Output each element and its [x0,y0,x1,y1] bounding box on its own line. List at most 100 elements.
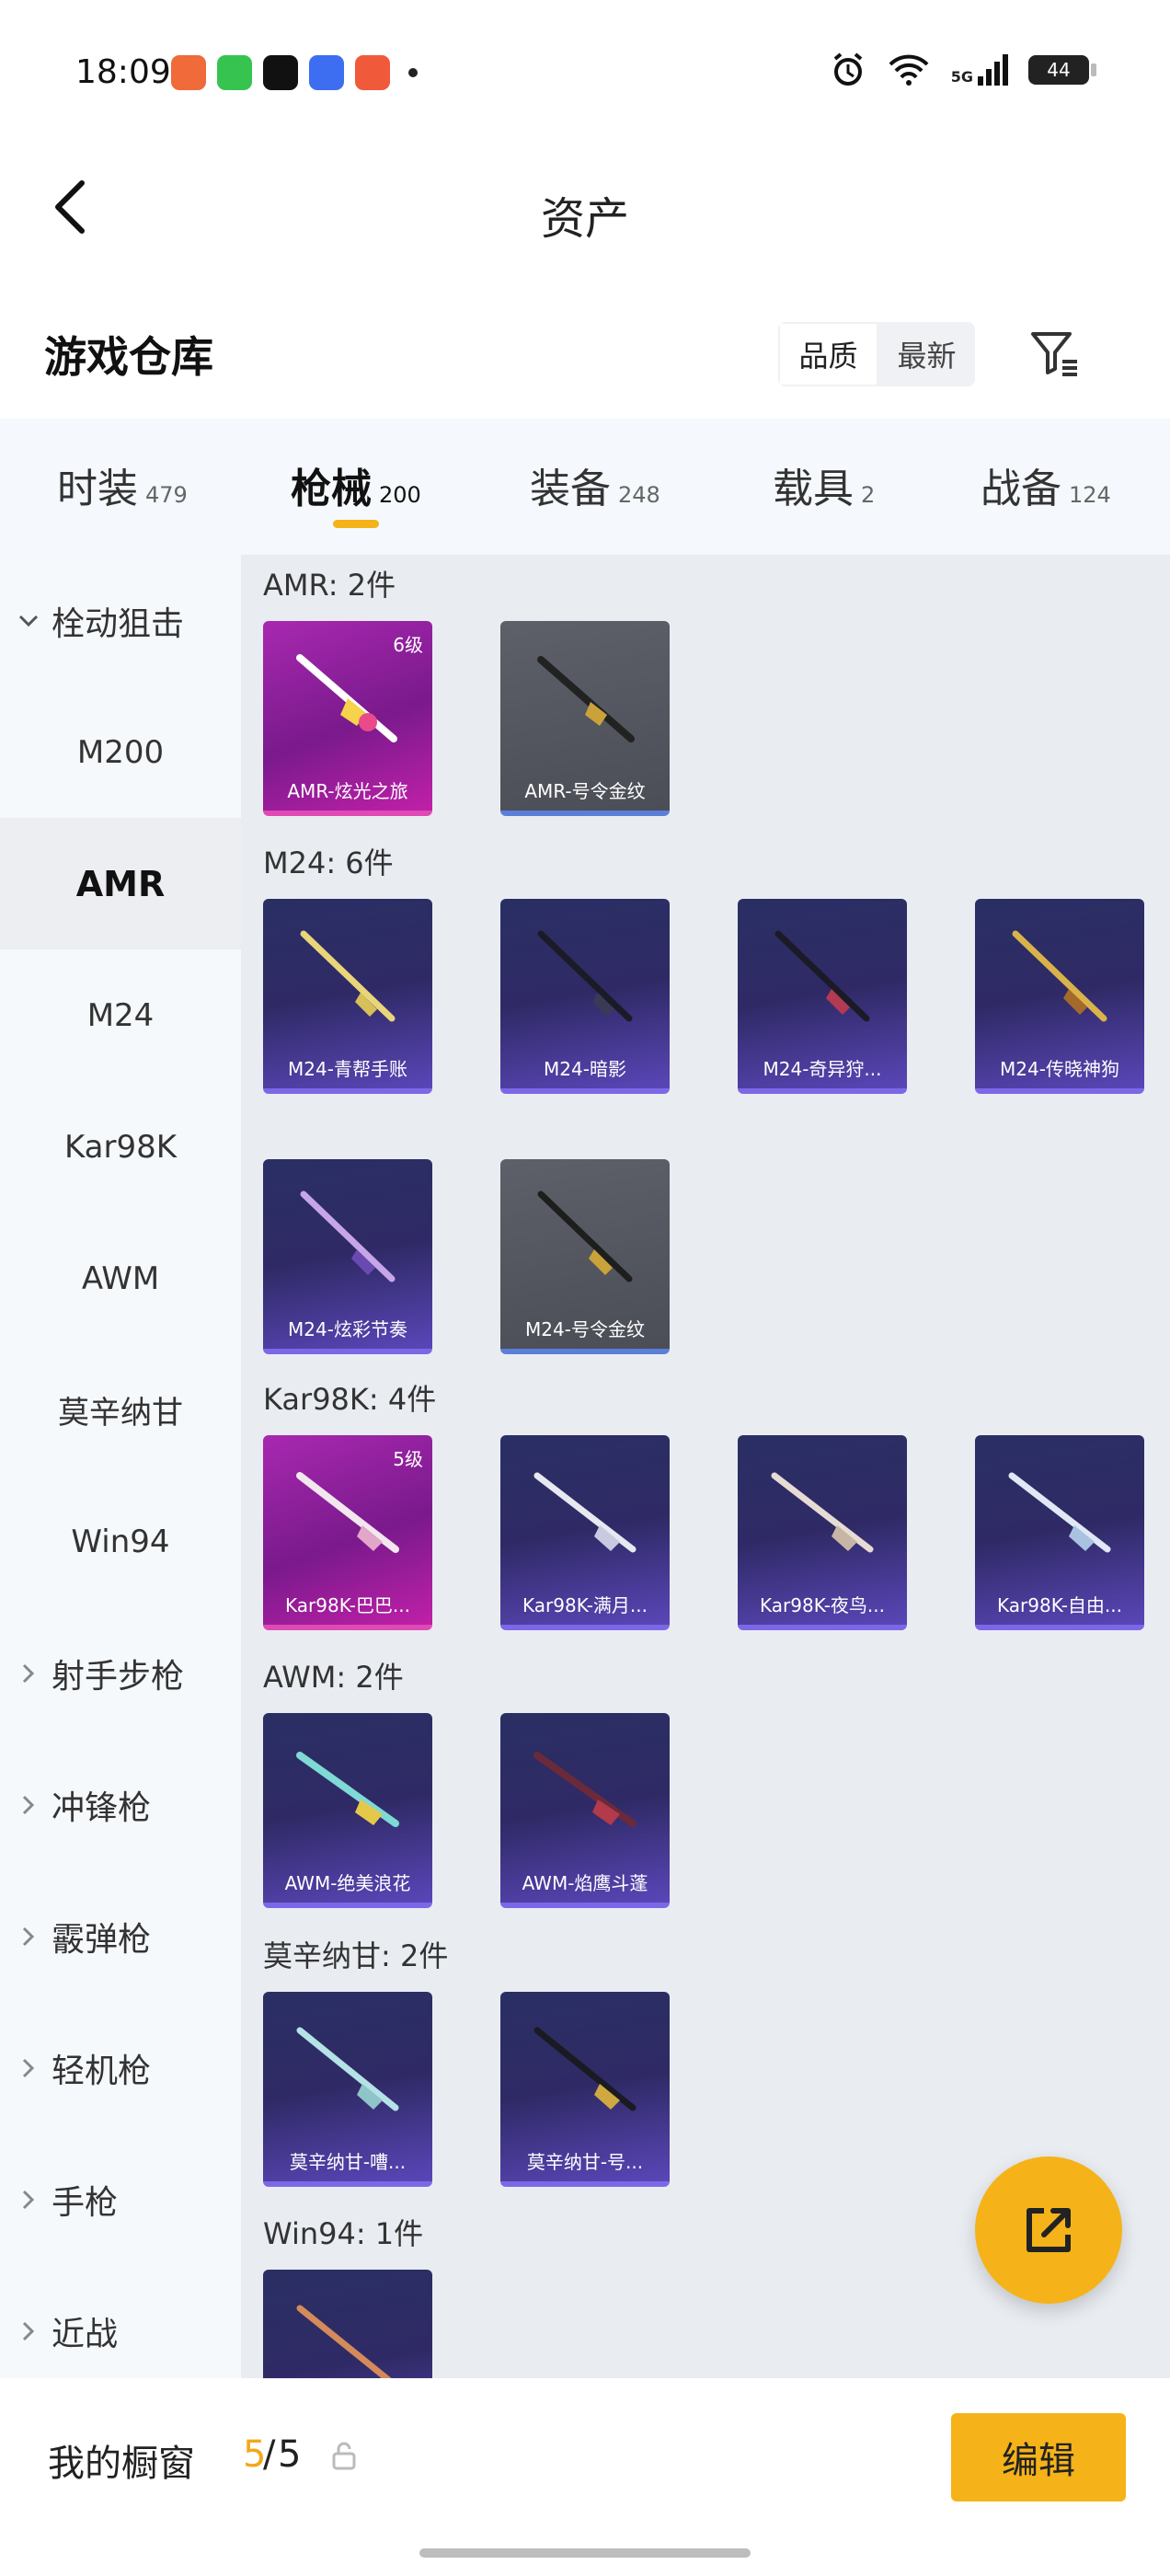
page-title: 资产 [540,193,629,245]
app-notification-icon [217,55,252,90]
status-bar: 18:09 5G 44 [0,0,1170,147]
chevron-right-icon [18,2321,39,2341]
battery-level: 44 [1047,59,1071,81]
rifle-icon [533,1472,637,1553]
active-tab-indicator [333,520,379,528]
skin-card[interactable]: M24-炫彩节奏 [263,1159,432,1354]
sidebar-item-m24[interactable]: M24 [0,949,241,1081]
sidebar-group-label: 近战 [52,2315,119,2353]
sort-latest-button[interactable]: 最新 [878,322,975,386]
skin-card[interactable]: AWM-焰鹰斗蓬 [500,1713,670,1908]
skin-card[interactable]: 莫辛纳甘-号... [500,1992,670,2187]
rifle-icon [296,2305,392,2378]
section-title: 游戏仓库 [44,332,213,382]
sidebar-group-smg[interactable]: 冲锋枪 [18,1739,239,1870]
chevron-right-icon [18,2190,39,2210]
skin-card[interactable]: M24-暗影 [500,899,670,1094]
skin-card[interactable]: M24-传晓神狗 [975,899,1144,1094]
skin-name: M24-奇异狩... [763,1058,882,1080]
sidebar-item-kar98k[interactable]: Kar98K [0,1081,241,1213]
tab-count: 200 [379,482,421,508]
skin-card[interactable]: 莫辛纳甘-嘈... [263,1992,432,2187]
tab-label: 载具 [773,466,854,512]
tab-guns[interactable]: 枪械 200 [291,455,421,514]
weapon-category-sidebar: 栓动狙击 M200 AMR M24 Kar98K AWM 莫辛纳甘 Win94 … [0,555,241,2378]
sidebar-group-label: 栓动狙击 [52,604,185,643]
rifle-icon [537,930,633,1022]
status-time: 18:09 [75,53,171,91]
nav-bar: 资产 [0,147,1170,267]
skin-name: 莫辛纳甘-嘈... [289,2151,407,2173]
skin-card[interactable]: Kar98K-自由... [975,1435,1144,1630]
share-button[interactable] [975,2156,1122,2304]
sidebar-group-label: 射手步枪 [52,1657,185,1696]
sidebar-item-awm[interactable]: AWM [0,1213,241,1344]
rifle-icon [533,1752,637,1827]
sidebar-group-label: 霰弹枪 [52,1920,152,1959]
status-right: 5G 44 [830,52,1096,88]
more-notifications-dot [408,68,418,77]
rifle-icon [537,1190,633,1282]
sidebar-group-lmg[interactable]: 轻机枪 [18,2002,239,2133]
app-notification-icon [309,55,344,90]
tab-battle-gear[interactable]: 战备 124 [981,455,1111,514]
skin-card[interactable]: AWM-绝美浪花 [263,1713,432,1908]
showcase-bar: 我的橱窗 5 / 5 编辑 [0,2378,1170,2576]
wifi-icon [889,54,929,86]
skin-card[interactable]: AMR-号令金纹 [500,621,670,816]
app-notification-icon [355,55,390,90]
sidebar-item-win94[interactable]: Win94 [0,1476,241,1607]
edit-button[interactable]: 编辑 [951,2413,1126,2501]
skin-card[interactable]: 6级 AMR-炫光之旅 [263,621,432,816]
sidebar-group-pistol[interactable]: 手枪 [18,2133,239,2265]
filter-button[interactable] [1023,322,1087,386]
showcase-label: 我的橱窗 [48,2443,195,2485]
tab-vehicles[interactable]: 载具 2 [773,455,875,514]
rifle-icon [1012,930,1107,1022]
skin-card[interactable]: M24-青帮手账 [263,899,432,1094]
tab-label: 枪械 [291,466,372,512]
sort-quality-button[interactable]: 品质 [778,322,878,386]
sort-toggle: 品质 最新 [778,322,975,386]
group-title: AWM: 2件 [263,1660,404,1695]
tab-equipment[interactable]: 装备 248 [530,455,660,514]
chevron-right-icon [18,2058,39,2078]
sidebar-group-melee[interactable]: 近战 [18,2265,239,2397]
rifle-icon [296,2027,399,2111]
tab-count: 124 [1069,482,1111,508]
tab-fashion[interactable]: 时装 479 [57,455,188,514]
alarm-icon [833,52,863,86]
home-indicator[interactable] [419,2548,751,2558]
sidebar-group-bolt-sniper[interactable]: 栓动狙击 [18,555,239,686]
sidebar-item-mosin-nagant[interactable]: 莫辛纳甘 [0,1344,241,1476]
rifle-icon [296,1752,399,1827]
tab-count: 2 [861,482,876,508]
sidebar-group-shotgun[interactable]: 霰弹枪 [18,1870,239,2002]
skin-name: 莫辛纳甘-号... [526,2151,644,2173]
showcase-separator: / [263,2433,276,2476]
skin-name: M24-传晓神狗 [1000,1058,1119,1080]
skin-card[interactable]: Kar98K-满月... [500,1435,670,1630]
group-title: 莫辛纳甘: 2件 [263,1938,449,1973]
network-type: 5G [950,68,973,86]
sidebar-group-label: 冲锋枪 [52,1788,152,1827]
skin-card[interactable]: M24-奇异狩... [738,899,907,1094]
sidebar-item-amr[interactable]: AMR [0,818,241,949]
skin-card[interactable]: M24-号令金纹 [500,1159,670,1354]
skin-name: Kar98K-巴巴... [285,1594,410,1616]
showcase-total-count: 5 [278,2433,302,2476]
sidebar-item-m200[interactable]: M200 [0,686,241,818]
group-title: Win94: 1件 [263,2216,424,2251]
lock-icon [332,2442,356,2470]
skin-card[interactable]: 5级 Kar98K-巴巴... [263,1435,432,1630]
skin-name: AMR-炫光之旅 [287,780,408,802]
tab-count: 479 [145,482,188,508]
rifle-icon [774,930,870,1022]
skin-name: M24-暗影 [544,1058,626,1080]
skin-card[interactable] [263,2270,432,2378]
skin-name: M24-青帮手账 [288,1058,407,1080]
sidebar-group-marksman-rifle[interactable]: 射手步枪 [18,1607,239,1739]
skin-name: AWM-焰鹰斗蓬 [522,1872,648,1894]
rifle-icon [300,1190,396,1282]
skin-card[interactable]: Kar98K-夜鸟... [738,1435,907,1630]
